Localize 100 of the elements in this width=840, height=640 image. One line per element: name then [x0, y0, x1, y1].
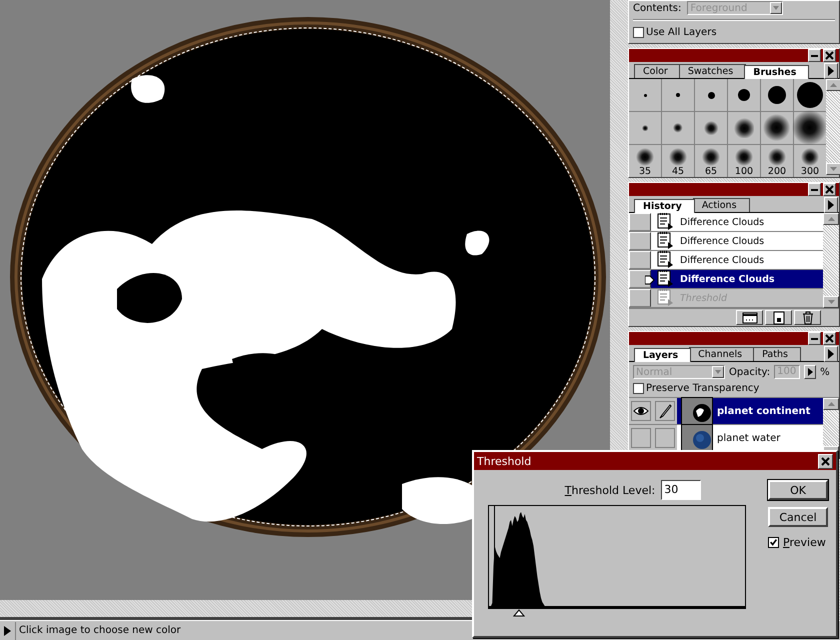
state-pointer-icon[interactable]: [645, 275, 655, 285]
soft-brush-tip-icon: [673, 123, 683, 133]
brush-tip-icon: [738, 89, 750, 101]
brush-swatch[interactable]: [629, 79, 661, 111]
percent-label: %: [820, 366, 830, 378]
soft-brush-tip-icon: [642, 124, 648, 132]
checkbox[interactable]: [633, 27, 644, 38]
scroll-up-icon[interactable]: [826, 79, 840, 91]
soft-brush-tip-icon: [792, 110, 828, 146]
checkbox-label: Preserve Transparency: [646, 383, 760, 394]
panel-tab[interactable]: Paths: [753, 347, 801, 361]
snapshot-toggle[interactable]: [629, 289, 651, 307]
history-step[interactable]: Difference Clouds: [651, 251, 823, 269]
close-icon[interactable]: [818, 454, 833, 468]
panel-tab[interactable]: Swatches: [678, 64, 746, 78]
soft-brush-tip-icon: [669, 148, 687, 166]
opacity-label: Opacity:: [729, 366, 770, 378]
brush-size: 100: [734, 166, 754, 177]
panel-tab[interactable]: Brushes: [744, 65, 810, 79]
status-text: Click image to choose new color: [18, 625, 181, 636]
close-icon[interactable]: [823, 183, 836, 196]
brush-swatch[interactable]: [761, 112, 793, 144]
scrollbar[interactable]: [826, 79, 840, 175]
edit-toggle[interactable]: [655, 401, 675, 421]
soft-brush-tip-icon: [734, 118, 754, 138]
document-icon: [657, 270, 674, 288]
soft-brush-tip-icon: [702, 148, 720, 166]
eye-icon: [633, 404, 649, 418]
brush-size: 300: [800, 166, 820, 177]
soft-brush-tip-icon: [801, 148, 819, 166]
checkbox[interactable]: [768, 537, 779, 548]
brush-swatch[interactable]: 65: [695, 145, 727, 177]
contents-label: Contents:: [633, 2, 682, 14]
soft-brush-tip-icon: [768, 148, 786, 166]
brush-swatch[interactable]: [794, 79, 826, 111]
minimize-icon[interactable]: [808, 183, 821, 196]
layer-item[interactable]: planet continent: [677, 398, 823, 424]
brush-swatch[interactable]: [761, 79, 793, 111]
minimize-icon[interactable]: [808, 49, 821, 62]
brush-swatch[interactable]: 35: [629, 145, 661, 177]
snapshot-toggle[interactable]: [629, 213, 651, 231]
brush-swatch[interactable]: [728, 79, 760, 111]
visibility-toggle[interactable]: [631, 428, 651, 448]
scrollbar[interactable]: [823, 213, 839, 308]
soft-brush-tip-icon: [735, 148, 753, 166]
close-icon[interactable]: [823, 49, 836, 62]
brush-tip-icon: [708, 92, 714, 98]
brush-size: 45: [672, 166, 684, 177]
document-icon: [657, 251, 674, 269]
threshold-level-label: Threshold Level:: [564, 484, 656, 496]
panel-tab[interactable]: Layers: [634, 348, 692, 362]
brush-tip-icon: [768, 86, 786, 104]
brush-size: 200: [768, 166, 786, 177]
checkbox[interactable]: [633, 383, 644, 394]
layer-item[interactable]: planet water: [677, 425, 823, 451]
threshold-level-field[interactable]: 30: [661, 480, 702, 500]
scroll-down-icon[interactable]: [826, 163, 840, 175]
visibility-toggle[interactable]: [631, 401, 651, 421]
snapshot-toggle[interactable]: [629, 251, 651, 269]
brush-size: 65: [704, 166, 718, 177]
brush-swatch[interactable]: [662, 79, 694, 111]
trash-icon[interactable]: [794, 310, 821, 325]
panel-tab[interactable]: Actions: [692, 198, 750, 212]
brush-swatch[interactable]: [794, 112, 826, 144]
brush-swatch[interactable]: [662, 112, 694, 144]
document-icon: [657, 232, 674, 250]
document-icon: [657, 289, 674, 307]
history-step[interactable]: Difference Clouds: [651, 232, 823, 250]
brush-swatch[interactable]: [695, 79, 727, 111]
brush-swatch[interactable]: 100: [728, 145, 760, 177]
cancel-button[interactable]: Cancel: [768, 507, 828, 527]
caret-icon: [712, 366, 724, 378]
brush-swatch[interactable]: 300: [794, 145, 826, 177]
brush-swatch[interactable]: [695, 112, 727, 144]
dialog-title: Threshold: [477, 454, 532, 468]
panel-tab[interactable]: Color: [634, 64, 681, 78]
brush-swatch[interactable]: [728, 112, 760, 144]
brush-swatch[interactable]: [629, 112, 661, 144]
brush-swatch[interactable]: 45: [662, 145, 694, 177]
brush-size: 35: [638, 166, 652, 177]
scroll-up-icon[interactable]: [823, 398, 839, 410]
snapshot-toggle[interactable]: [629, 232, 651, 250]
brush-tip-icon: [676, 93, 680, 97]
scroll-down-icon[interactable]: [823, 296, 839, 308]
minimize-icon[interactable]: [808, 332, 821, 345]
soft-brush-tip-icon: [704, 120, 718, 136]
panel-tab[interactable]: History: [634, 199, 695, 213]
ok-button[interactable]: OK: [768, 480, 828, 500]
new-snapshot-icon[interactable]: [765, 310, 792, 325]
scroll-up-icon[interactable]: [823, 213, 839, 225]
brush-swatch[interactable]: 200: [761, 145, 793, 177]
new-document-icon[interactable]: [736, 310, 763, 325]
history-step[interactable]: Difference Clouds: [651, 213, 823, 231]
soft-brush-tip-icon: [636, 148, 654, 166]
checkbox-label: Use All Layers: [646, 27, 717, 38]
soft-brush-tip-icon: [763, 114, 791, 142]
edit-toggle[interactable]: [655, 428, 675, 448]
close-icon[interactable]: [823, 332, 836, 345]
slider-triangle-icon[interactable]: [512, 609, 525, 617]
brush-tip-icon: [797, 82, 823, 108]
